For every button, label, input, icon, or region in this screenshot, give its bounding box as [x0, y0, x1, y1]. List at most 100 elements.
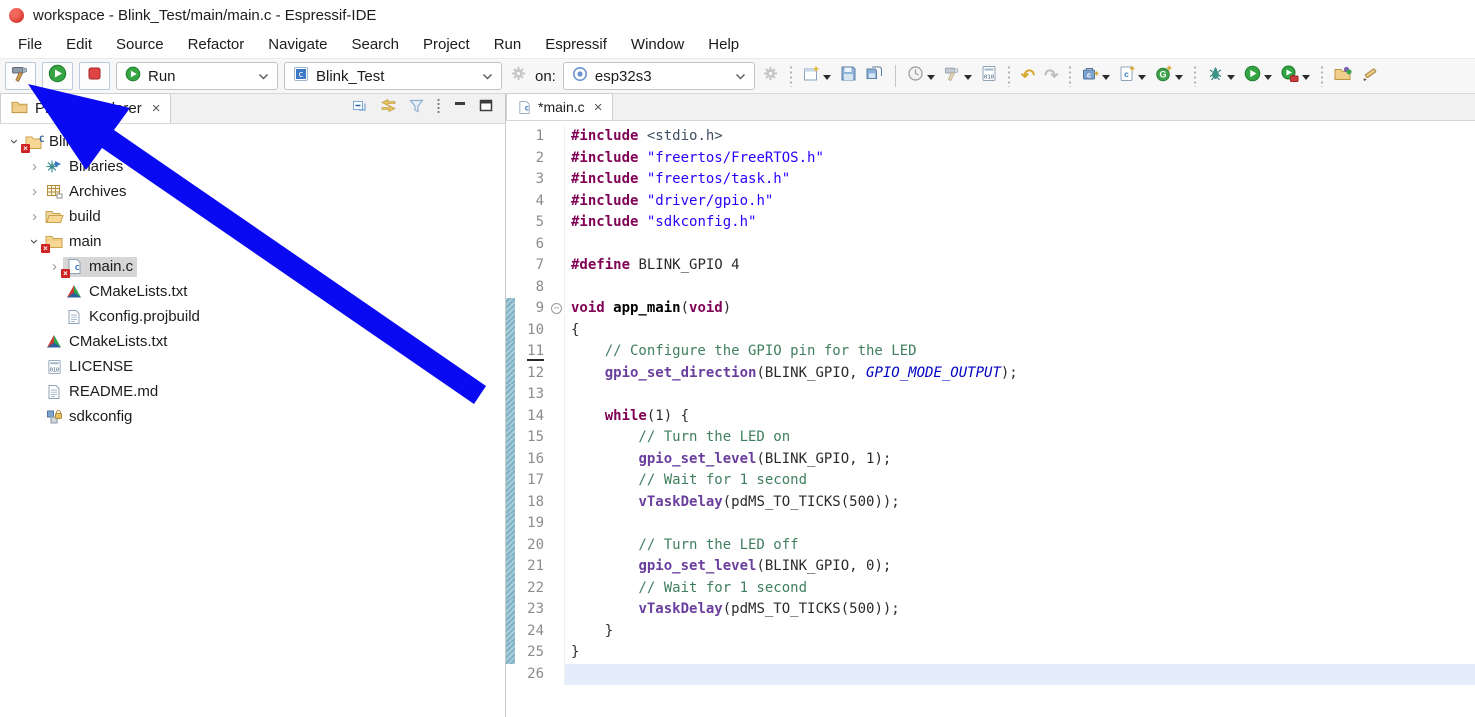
line-number: 9 [535, 300, 544, 316]
fold-column [549, 427, 564, 449]
binary-file-button[interactable]: 010 [980, 63, 998, 89]
tree-item-archives[interactable]: › Archives [0, 179, 505, 204]
filter-button[interactable] [409, 99, 424, 118]
code-text: // Turn the LED off [564, 534, 1475, 556]
open-element-button[interactable] [1333, 63, 1353, 89]
tab-main-c[interactable]: c *main.c × [506, 93, 614, 120]
build-hammer-button[interactable] [5, 62, 36, 90]
target-settings-button[interactable] [761, 66, 781, 86]
tree-item-content: Kconfig.projbuild [63, 307, 204, 327]
view-menu-button[interactable] [436, 98, 441, 119]
profile-button[interactable] [1280, 63, 1311, 89]
tree-expander-icon[interactable]: › [26, 208, 43, 225]
launch-target-combo[interactable]: esp32s3 [562, 62, 755, 90]
undo-button[interactable]: ↶ [1020, 63, 1036, 89]
tab-project-explorer[interactable]: Project Explorer × [0, 93, 172, 123]
menu-file[interactable]: File [6, 33, 54, 56]
menu-source[interactable]: Source [104, 33, 176, 56]
tree-item-binaries[interactable]: › Binaries [0, 154, 505, 179]
close-icon[interactable]: × [152, 100, 161, 117]
dropdown-arrow-icon[interactable] [1227, 67, 1236, 85]
fold-collapse-icon[interactable]: − [551, 303, 562, 314]
tree-item-main[interactable]: › × main [0, 229, 505, 254]
stop-button[interactable] [79, 62, 110, 90]
change-indicator-bar [506, 513, 515, 535]
minimize-button[interactable] [453, 99, 467, 117]
new-class-button[interactable]: G [1154, 63, 1184, 89]
save-button[interactable] [839, 63, 858, 89]
view-menu-icon [436, 98, 441, 119]
line-number: 12 [527, 364, 544, 381]
dropdown-arrow-icon[interactable] [1302, 67, 1311, 85]
close-icon[interactable]: × [594, 99, 603, 116]
dropdown-arrow-icon[interactable] [1102, 67, 1111, 85]
tree-item-readme-md[interactable]: README.md [0, 379, 505, 404]
run-button[interactable] [42, 62, 73, 90]
text-file-icon [64, 308, 84, 326]
fold-column [549, 449, 564, 471]
editor-tab-label: *main.c [538, 99, 585, 115]
svg-text:G: G [1160, 70, 1167, 80]
debug-button[interactable] [1206, 63, 1236, 89]
menu-run[interactable]: Run [482, 33, 534, 56]
menu-espressif[interactable]: Espressif [533, 33, 619, 56]
tree-expander-icon[interactable]: › [26, 183, 43, 200]
tree-item-cmakelists-txt[interactable]: CMakeLists.txt [0, 279, 505, 304]
dropdown-arrow-icon[interactable] [963, 67, 972, 85]
tree-item-sdkconfig[interactable]: sdkconfig [0, 404, 505, 429]
menu-project[interactable]: Project [411, 33, 482, 56]
menu-window[interactable]: Window [619, 33, 696, 56]
launch-mode-value: Run [148, 67, 176, 85]
new-source-file-button[interactable]: c [1118, 63, 1147, 89]
change-indicator-bar [506, 234, 515, 256]
last-edit-location-button[interactable] [1360, 63, 1379, 89]
code-line: 17 // Wait for 1 second [506, 470, 1475, 492]
clock-button[interactable] [906, 63, 936, 89]
collapse-all-button[interactable] [352, 98, 368, 119]
code-text: #include "sdkconfig.h" [564, 212, 1475, 234]
new-c-project-button[interactable]: c [1081, 63, 1111, 89]
tree-item-content: CMakeLists.txt [43, 332, 171, 352]
menu-search[interactable]: Search [339, 33, 411, 56]
tree-item-cmakelists-txt[interactable]: CMakeLists.txt [0, 329, 505, 354]
dropdown-arrow-icon[interactable] [1138, 67, 1147, 85]
dropdown-arrow-icon[interactable] [1264, 67, 1273, 85]
tree-item-build[interactable]: › build [0, 204, 505, 229]
menu-help[interactable]: Help [696, 33, 751, 56]
code-editor[interactable]: 1 #include <stdio.h> 2 #include "freertos/F… [506, 121, 1475, 717]
toolbar-separator [1006, 65, 1011, 87]
dropdown-arrow-icon[interactable] [1175, 67, 1184, 85]
undo-icon: ↶ [1020, 65, 1036, 85]
maximize-button[interactable] [479, 99, 493, 117]
launch-config-combo[interactable]: c Blink_Test [284, 62, 502, 90]
menu-navigate[interactable]: Navigate [256, 33, 339, 56]
tree-item-kconfig-projbuild[interactable]: Kconfig.projbuild [0, 304, 505, 329]
redo-button[interactable]: ↷ [1043, 63, 1059, 89]
menu-edit[interactable]: Edit [54, 33, 104, 56]
run-button[interactable] [1243, 63, 1273, 89]
launch-mode-combo[interactable]: Run [116, 62, 278, 90]
tree-item-license[interactable]: 010 LICENSE [0, 354, 505, 379]
save-all-button[interactable] [865, 63, 885, 89]
launch-config-settings-button[interactable] [508, 66, 528, 86]
dropdown-arrow-icon[interactable] [926, 67, 935, 85]
code-text: void app_main(void) [564, 298, 1475, 320]
build-hammer-button[interactable] [943, 63, 973, 89]
new-source-file-icon: c [1119, 65, 1135, 87]
line-number: 17 [527, 472, 544, 488]
menu-refactor[interactable]: Refactor [176, 33, 257, 56]
svg-text:c: c [1087, 71, 1091, 80]
tree-item-blink-test[interactable]: › C × Blink_Test [0, 129, 505, 154]
change-indicator-bar [506, 362, 515, 384]
dropdown-arrow-icon[interactable] [822, 67, 831, 85]
tree-expander-icon[interactable]: › [26, 158, 43, 175]
tree-item-label: sdkconfig [69, 408, 133, 425]
fold-column [549, 277, 564, 299]
new-wizard-icon [803, 65, 820, 87]
espressif-logo-icon [9, 7, 24, 23]
new-wizard-button[interactable] [802, 63, 832, 89]
link-with-editor-button[interactable] [380, 98, 397, 118]
change-indicator-bar [506, 277, 515, 299]
tree-item-main-c[interactable]: › c × main.c [0, 254, 505, 279]
line-number: 21 [527, 558, 544, 574]
